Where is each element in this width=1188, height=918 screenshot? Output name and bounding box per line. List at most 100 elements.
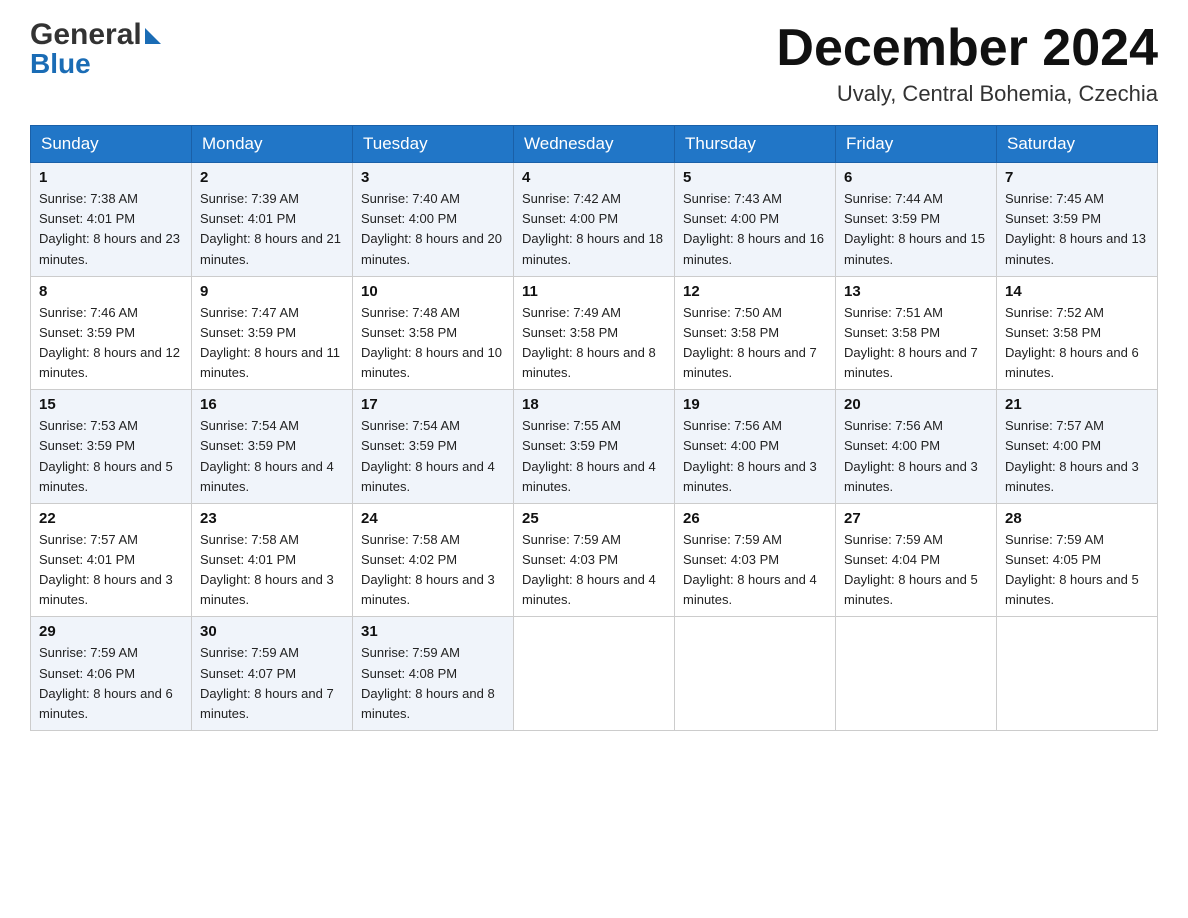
day-number: 7 (1005, 169, 1149, 186)
day-number: 22 (39, 510, 183, 527)
calendar-cell: 23 Sunrise: 7:58 AMSunset: 4:01 PMDayligh… (192, 503, 353, 617)
day-info: Sunrise: 7:59 AMSunset: 4:07 PMDaylight:… (200, 643, 344, 724)
day-number: 5 (683, 169, 827, 186)
day-info: Sunrise: 7:59 AMSunset: 4:03 PMDaylight:… (683, 530, 827, 611)
calendar-cell: 9 Sunrise: 7:47 AMSunset: 3:59 PMDaylight… (192, 276, 353, 390)
calendar-cell: 6 Sunrise: 7:44 AMSunset: 3:59 PMDaylight… (836, 163, 997, 277)
day-info: Sunrise: 7:39 AMSunset: 4:01 PMDaylight:… (200, 189, 344, 270)
day-number: 12 (683, 283, 827, 300)
calendar-cell: 1 Sunrise: 7:38 AMSunset: 4:01 PMDaylight… (31, 163, 192, 277)
day-number: 4 (522, 169, 666, 186)
day-info: Sunrise: 7:46 AMSunset: 3:59 PMDaylight:… (39, 303, 183, 384)
day-info: Sunrise: 7:51 AMSunset: 3:58 PMDaylight:… (844, 303, 988, 384)
day-number: 15 (39, 396, 183, 413)
calendar-week-row: 22 Sunrise: 7:57 AMSunset: 4:01 PMDayligh… (31, 503, 1158, 617)
page-header: General Blue December 2024 Uvaly, Centra… (30, 20, 1158, 107)
day-info: Sunrise: 7:40 AMSunset: 4:00 PMDaylight:… (361, 189, 505, 270)
day-info: Sunrise: 7:47 AMSunset: 3:59 PMDaylight:… (200, 303, 344, 384)
calendar-cell: 8Sunrise: 7:46 AMSunset: 3:59 PMDaylight… (31, 276, 192, 390)
calendar-cell: 20 Sunrise: 7:56 AMSunset: 4:00 PMDayligh… (836, 390, 997, 504)
calendar-cell: 30 Sunrise: 7:59 AMSunset: 4:07 PMDayligh… (192, 617, 353, 731)
day-number: 20 (844, 396, 988, 413)
day-number: 31 (361, 623, 505, 640)
calendar-cell: 25 Sunrise: 7:59 AMSunset: 4:03 PMDayligh… (514, 503, 675, 617)
calendar-cell: 31 Sunrise: 7:59 AMSunset: 4:08 PMDayligh… (353, 617, 514, 731)
day-info: Sunrise: 7:59 AMSunset: 4:08 PMDaylight:… (361, 643, 505, 724)
day-info: Sunrise: 7:59 AMSunset: 4:05 PMDaylight:… (1005, 530, 1149, 611)
day-info: Sunrise: 7:45 AMSunset: 3:59 PMDaylight:… (1005, 189, 1149, 270)
day-number: 2 (200, 169, 344, 186)
calendar-cell: 7 Sunrise: 7:45 AMSunset: 3:59 PMDaylight… (997, 163, 1158, 277)
weekday-header-friday: Friday (836, 126, 997, 163)
day-number: 18 (522, 396, 666, 413)
calendar-cell: 27Sunrise: 7:59 AMSunset: 4:04 PMDayligh… (836, 503, 997, 617)
location-subtitle: Uvaly, Central Bohemia, Czechia (776, 81, 1158, 107)
day-info: Sunrise: 7:48 AMSunset: 3:58 PMDaylight:… (361, 303, 505, 384)
calendar-cell: 5Sunrise: 7:43 AMSunset: 4:00 PMDaylight… (675, 163, 836, 277)
day-info: Sunrise: 7:53 AMSunset: 3:59 PMDaylight:… (39, 416, 183, 497)
day-number: 14 (1005, 283, 1149, 300)
day-number: 30 (200, 623, 344, 640)
logo-general-text: General (30, 20, 142, 50)
weekday-header-tuesday: Tuesday (353, 126, 514, 163)
calendar-cell: 2 Sunrise: 7:39 AMSunset: 4:01 PMDaylight… (192, 163, 353, 277)
calendar-cell: 19 Sunrise: 7:56 AMSunset: 4:00 PMDayligh… (675, 390, 836, 504)
logo: General Blue (30, 20, 161, 78)
day-info: Sunrise: 7:38 AMSunset: 4:01 PMDaylight:… (39, 189, 183, 270)
day-info: Sunrise: 7:52 AMSunset: 3:58 PMDaylight:… (1005, 303, 1149, 384)
calendar-table: SundayMondayTuesdayWednesdayThursdayFrid… (30, 125, 1158, 731)
day-info: Sunrise: 7:49 AMSunset: 3:58 PMDaylight:… (522, 303, 666, 384)
calendar-cell: 21 Sunrise: 7:57 AMSunset: 4:00 PMDayligh… (997, 390, 1158, 504)
calendar-cell: 12 Sunrise: 7:50 AMSunset: 3:58 PMDayligh… (675, 276, 836, 390)
day-info: Sunrise: 7:58 AMSunset: 4:01 PMDaylight:… (200, 530, 344, 611)
weekday-header-thursday: Thursday (675, 126, 836, 163)
calendar-cell: 4 Sunrise: 7:42 AMSunset: 4:00 PMDaylight… (514, 163, 675, 277)
weekday-header-row: SundayMondayTuesdayWednesdayThursdayFrid… (31, 126, 1158, 163)
title-block: December 2024 Uvaly, Central Bohemia, Cz… (776, 20, 1158, 107)
day-info: Sunrise: 7:58 AMSunset: 4:02 PMDaylight:… (361, 530, 505, 611)
day-info: Sunrise: 7:59 AMSunset: 4:03 PMDaylight:… (522, 530, 666, 611)
day-number: 29 (39, 623, 183, 640)
day-info: Sunrise: 7:59 AMSunset: 4:04 PMDaylight:… (844, 530, 988, 611)
calendar-cell: 28 Sunrise: 7:59 AMSunset: 4:05 PMDayligh… (997, 503, 1158, 617)
calendar-cell: 22 Sunrise: 7:57 AMSunset: 4:01 PMDayligh… (31, 503, 192, 617)
weekday-header-monday: Monday (192, 126, 353, 163)
day-number: 13 (844, 283, 988, 300)
day-info: Sunrise: 7:57 AMSunset: 4:00 PMDaylight:… (1005, 416, 1149, 497)
logo-triangle-icon (145, 28, 161, 44)
day-info: Sunrise: 7:42 AMSunset: 4:00 PMDaylight:… (522, 189, 666, 270)
calendar-cell (514, 617, 675, 731)
calendar-cell: 13 Sunrise: 7:51 AMSunset: 3:58 PMDayligh… (836, 276, 997, 390)
day-number: 9 (200, 283, 344, 300)
day-info: Sunrise: 7:55 AMSunset: 3:59 PMDaylight:… (522, 416, 666, 497)
day-number: 6 (844, 169, 988, 186)
day-info: Sunrise: 7:54 AMSunset: 3:59 PMDaylight:… (361, 416, 505, 497)
day-info: Sunrise: 7:56 AMSunset: 4:00 PMDaylight:… (844, 416, 988, 497)
weekday-header-saturday: Saturday (997, 126, 1158, 163)
calendar-cell: 17 Sunrise: 7:54 AMSunset: 3:59 PMDayligh… (353, 390, 514, 504)
calendar-cell (997, 617, 1158, 731)
day-number: 24 (361, 510, 505, 527)
day-number: 25 (522, 510, 666, 527)
day-number: 21 (1005, 396, 1149, 413)
calendar-cell: 10Sunrise: 7:48 AMSunset: 3:58 PMDayligh… (353, 276, 514, 390)
day-info: Sunrise: 7:57 AMSunset: 4:01 PMDaylight:… (39, 530, 183, 611)
calendar-week-row: 8Sunrise: 7:46 AMSunset: 3:59 PMDaylight… (31, 276, 1158, 390)
calendar-cell: 24 Sunrise: 7:58 AMSunset: 4:02 PMDayligh… (353, 503, 514, 617)
day-number: 17 (361, 396, 505, 413)
weekday-header-sunday: Sunday (31, 126, 192, 163)
day-info: Sunrise: 7:56 AMSunset: 4:00 PMDaylight:… (683, 416, 827, 497)
calendar-cell: 15 Sunrise: 7:53 AMSunset: 3:59 PMDayligh… (31, 390, 192, 504)
day-info: Sunrise: 7:44 AMSunset: 3:59 PMDaylight:… (844, 189, 988, 270)
calendar-week-row: 29Sunrise: 7:59 AMSunset: 4:06 PMDayligh… (31, 617, 1158, 731)
day-number: 28 (1005, 510, 1149, 527)
day-info: Sunrise: 7:50 AMSunset: 3:58 PMDaylight:… (683, 303, 827, 384)
calendar-cell (675, 617, 836, 731)
calendar-cell: 18 Sunrise: 7:55 AMSunset: 3:59 PMDayligh… (514, 390, 675, 504)
day-number: 19 (683, 396, 827, 413)
day-number: 16 (200, 396, 344, 413)
day-number: 1 (39, 169, 183, 186)
calendar-cell: 29Sunrise: 7:59 AMSunset: 4:06 PMDayligh… (31, 617, 192, 731)
day-number: 23 (200, 510, 344, 527)
calendar-cell: 11Sunrise: 7:49 AMSunset: 3:58 PMDayligh… (514, 276, 675, 390)
